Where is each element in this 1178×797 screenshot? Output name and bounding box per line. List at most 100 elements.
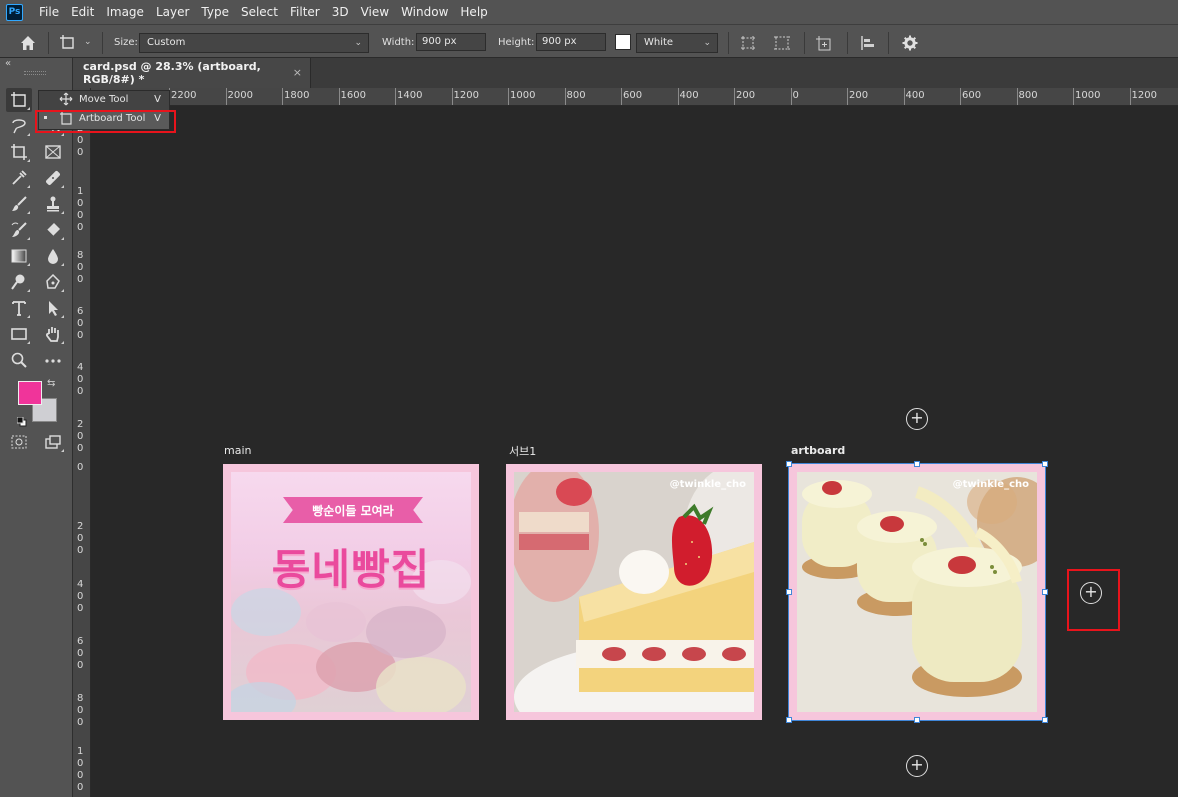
gradient-icon[interactable] (6, 244, 32, 268)
macaron-photo: 빵순이들 모여라 동네빵집 (231, 472, 471, 712)
height-label: Height: (498, 37, 535, 48)
lasso-icon[interactable] (6, 114, 32, 138)
background-value: White (644, 37, 674, 48)
document-tab[interactable]: card.psd @ 28.3% (artboard, RGB/8#) * × (73, 58, 311, 88)
menu-select[interactable]: Select (235, 0, 284, 24)
move-tool-shortcut: V (154, 94, 161, 105)
tools-panel: « ⇆ (0, 58, 73, 797)
ruler-tick-label: 1000 (510, 90, 536, 101)
frame-icon[interactable] (40, 140, 66, 164)
type-icon[interactable] (6, 296, 32, 320)
artboard-tool-preset-icon[interactable] (58, 33, 78, 53)
menu-layer[interactable]: Layer (150, 0, 195, 24)
ruler-tick-label: 2200 (171, 90, 197, 101)
align-left-icon[interactable] (858, 33, 878, 53)
blur-icon[interactable] (40, 244, 66, 268)
menu-filter[interactable]: Filter (284, 0, 326, 24)
collapse-panel-icon[interactable]: « (5, 58, 11, 69)
ruler-tick (903, 88, 905, 105)
zoom-icon[interactable] (6, 348, 32, 372)
vertical-ruler[interactable]: 1200100080060040020002004006008001000 (73, 106, 91, 797)
artboard-selected[interactable]: @twinkle_cho (786, 461, 1048, 723)
menu-3d[interactable]: 3D (326, 0, 355, 24)
clone-stamp-icon[interactable] (40, 192, 66, 216)
size-label: Size: (114, 37, 138, 48)
ruler-tick-label: 6 (77, 306, 84, 317)
resize-handle-se[interactable] (1042, 717, 1048, 723)
ruler-tick-label: 8 (77, 250, 84, 261)
artboard-label-artboard[interactable]: artboard (791, 444, 845, 457)
brush-icon[interactable] (6, 192, 32, 216)
document-tab-bar: card.psd @ 28.3% (artboard, RGB/8#) * × (73, 58, 1178, 88)
artboard-sub1[interactable]: @twinkle_cho (506, 464, 762, 720)
artboard-main[interactable]: 빵순이들 모여라 동네빵집 (223, 464, 479, 720)
pen-icon[interactable] (40, 270, 66, 294)
ruler-tick (395, 88, 396, 105)
menu-file[interactable]: File (33, 0, 65, 24)
ruler-tick (508, 88, 509, 105)
menu-type[interactable]: Type (195, 0, 235, 24)
gear-icon[interactable] (900, 33, 920, 53)
width-field[interactable]: 900 px (416, 33, 486, 51)
path-selection-icon[interactable] (40, 296, 66, 320)
artboard-label-sub1[interactable]: 서브1 (509, 443, 536, 459)
home-icon[interactable] (18, 33, 38, 53)
healing-brush-icon[interactable] (40, 166, 66, 190)
eraser-icon[interactable] (40, 218, 66, 242)
canvas-area[interactable]: main 서브1 artboard 빵순이들 모여라 동네빵집 @twinkle… (92, 107, 1178, 797)
resize-handle-n[interactable] (914, 461, 920, 467)
height-field[interactable]: 900 px (536, 33, 606, 51)
default-colors-icon[interactable] (16, 412, 27, 427)
quick-mask-icon[interactable] (6, 430, 32, 454)
menu-help[interactable]: Help (454, 0, 493, 24)
ruler-tick-label: 1800 (284, 90, 310, 101)
ruler-tick-label: 1600 (340, 90, 366, 101)
fit-to-content-icon[interactable] (772, 33, 792, 53)
resize-handle-s[interactable] (914, 717, 920, 723)
crop-icon[interactable] (6, 140, 32, 164)
menu-view[interactable]: View (355, 0, 395, 24)
screen-mode-icon[interactable] (40, 430, 66, 454)
add-artboard-bottom-button[interactable]: + (906, 755, 928, 777)
foreground-color-swatch[interactable] (18, 381, 42, 405)
options-divider (888, 32, 889, 54)
resize-handle-w[interactable] (786, 589, 792, 595)
horizontal-ruler[interactable]: 2200 2000 1800 1600 1400 1200 1000 800 600 400 200… (91, 88, 1178, 106)
close-icon[interactable]: × (293, 66, 302, 79)
more-tools-icon[interactable] (40, 348, 66, 372)
fit-artboard-icon[interactable] (738, 33, 758, 53)
menu-image[interactable]: Image (100, 0, 150, 24)
ruler-tick-label: 0 (77, 222, 84, 233)
ruler-tick-label: 6 (77, 636, 84, 647)
ruler-tick-label: 600 (623, 90, 643, 101)
add-artboard-top-button[interactable]: + (906, 408, 928, 430)
resize-handle-ne[interactable] (1042, 461, 1048, 467)
ruler-tick-label: 0 (77, 758, 84, 769)
panel-grip[interactable] (24, 71, 46, 75)
ruler-tick (847, 88, 848, 105)
ruler-tick (451, 88, 453, 105)
rectangle-icon[interactable] (6, 322, 32, 346)
artboard-tool[interactable] (6, 88, 32, 112)
resize-handle-sw[interactable] (786, 717, 792, 723)
resize-handle-e[interactable] (1042, 589, 1048, 595)
dodge-icon[interactable] (6, 270, 32, 294)
menu-window[interactable]: Window (395, 0, 454, 24)
preset-chevron-down-icon[interactable]: ⌄ (84, 37, 92, 47)
options-divider (102, 32, 103, 54)
eyedropper-icon[interactable] (6, 166, 32, 190)
background-color-swatch[interactable] (615, 34, 631, 50)
history-brush-icon[interactable] (6, 218, 32, 242)
resize-handle-nw[interactable] (786, 461, 792, 467)
photoshop-logo[interactable]: Ps (6, 3, 23, 21)
size-select[interactable]: Custom ⌄ (139, 33, 369, 53)
hand-icon[interactable] (40, 322, 66, 346)
move-tool-menu-item[interactable]: Move Tool V (39, 91, 169, 110)
add-artboard-icon[interactable] (815, 33, 835, 53)
ruler-tick (1073, 88, 1074, 105)
artboard-label-main[interactable]: main (224, 444, 251, 457)
background-select[interactable]: White ⌄ (636, 33, 718, 53)
ruler-tick-label: 800 (1018, 90, 1038, 101)
swap-colors-icon[interactable]: ⇆ (47, 378, 55, 389)
menu-edit[interactable]: Edit (65, 0, 100, 24)
